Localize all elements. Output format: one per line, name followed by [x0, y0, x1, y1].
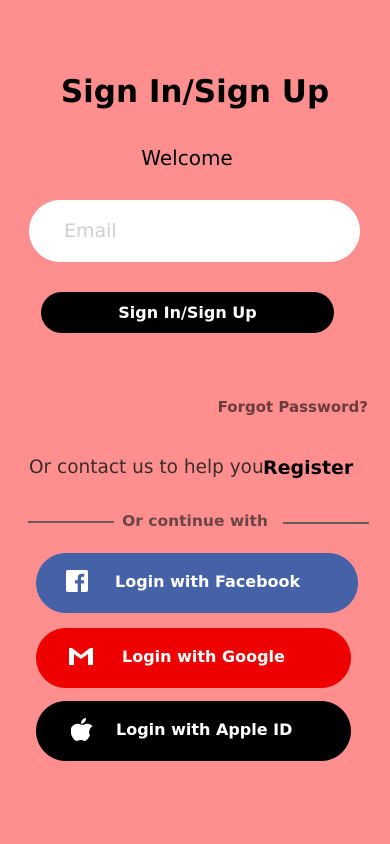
divider-line-right	[283, 522, 369, 524]
login-apple-label: Login with Apple ID	[116, 720, 293, 739]
login-google-label: Login with Google	[122, 647, 285, 666]
login-google-button[interactable]: Login with Google	[36, 628, 351, 688]
facebook-icon	[66, 570, 88, 592]
login-apple-button[interactable]: Login with Apple ID	[36, 701, 351, 761]
welcome-text: Welcome	[141, 146, 233, 170]
sign-in-sign-up-button[interactable]: Sign In/Sign Up	[41, 292, 334, 333]
sign-in-sign-up-label: Sign In/Sign Up	[118, 303, 257, 322]
continue-with-label: Or continue with	[122, 512, 268, 530]
login-facebook-label: Login with Facebook	[115, 572, 301, 591]
register-link[interactable]: Register	[263, 457, 353, 479]
forgot-password-link[interactable]: Forgot Password?	[218, 398, 368, 416]
email-field[interactable]	[29, 200, 360, 262]
apple-icon	[71, 717, 93, 743]
login-facebook-button[interactable]: Login with Facebook	[36, 553, 358, 613]
page-title: Sign In/Sign Up	[60, 74, 330, 110]
gmail-icon	[68, 646, 94, 666]
contact-text: Or contact us to help you	[29, 457, 264, 478]
